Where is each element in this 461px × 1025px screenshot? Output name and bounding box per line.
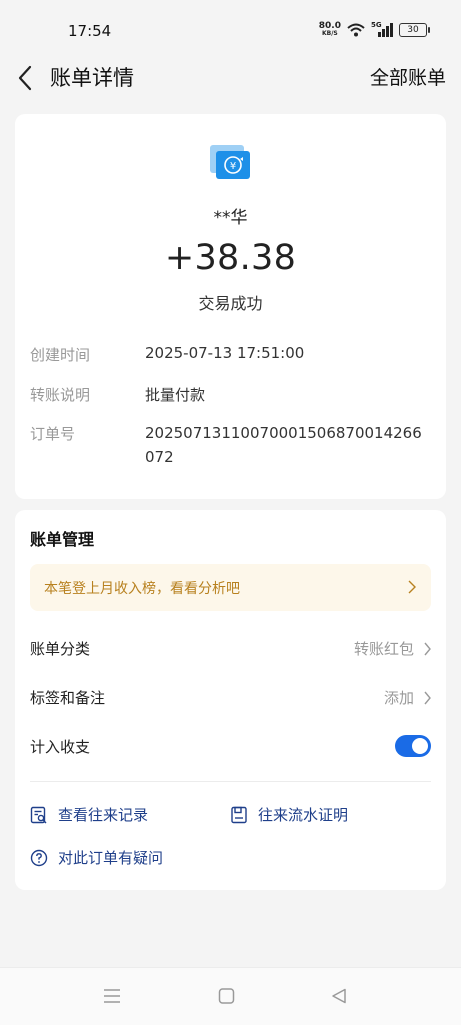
view-history-link[interactable]: 查看往来记录: [30, 804, 148, 825]
toggle-knob: [412, 738, 428, 754]
cellular-signal-icon: 5G: [371, 21, 393, 37]
status-time: 17:54: [68, 22, 112, 40]
wifi-icon: [347, 23, 365, 37]
chevron-right-icon: [424, 691, 431, 705]
menu-icon[interactable]: [103, 988, 121, 1004]
battery-icon: 30: [399, 23, 430, 37]
order-question-link[interactable]: 对此订单有疑问: [30, 847, 163, 868]
order-question-label: 对此订单有疑问: [58, 849, 164, 867]
status-bar: 17:54 80.0 KB/S 5G 30: [0, 0, 461, 58]
include-in-stats-toggle[interactable]: [395, 735, 431, 757]
status-indicators: 80.0 KB/S 5G 30: [319, 21, 430, 38]
bill-category-label: 账单分类: [30, 640, 91, 658]
transaction-status: 交易成功: [198, 294, 263, 313]
order-number-label: 订单号: [30, 425, 76, 443]
transfer-note-value: 批量付款: [145, 386, 206, 404]
promo-text: 本笔登上月收入榜，看看分析吧: [44, 581, 240, 597]
chevron-right-icon: [424, 642, 431, 656]
transfer-note-label: 转账说明: [30, 386, 91, 404]
transaction-card: ¥ **华 +38.38 交易成功 创建时间 2025-07-13 17:51:…: [15, 114, 446, 499]
chevron-right-icon: [408, 580, 416, 594]
network-speed-value: 80.0: [318, 21, 341, 31]
question-circle-icon: [30, 849, 48, 866]
statement-proof-label: 往来流水证明: [258, 806, 349, 824]
all-bills-link[interactable]: 全部账单: [370, 63, 446, 90]
include-in-stats-label: 计入收支: [30, 738, 91, 756]
transfer-yuan-icon: ¥: [210, 145, 250, 179]
divider: [30, 781, 431, 782]
bill-category-value: 转账红包: [353, 640, 414, 658]
record-search-icon: [30, 806, 47, 823]
section-title: 账单管理: [30, 530, 95, 549]
created-time-label: 创建时间: [30, 346, 91, 364]
tags-notes-value: 添加: [383, 689, 414, 707]
nav-bar: 账单详情 全部账单: [0, 58, 461, 98]
document-save-icon: [231, 806, 247, 823]
transaction-amount: +38.38: [164, 238, 297, 278]
order-number-value: 20250713110070001506870014266072: [145, 424, 422, 466]
created-time-value: 2025-07-13 17:51:00: [145, 344, 305, 362]
statement-proof-link[interactable]: 往来流水证明: [230, 804, 348, 825]
back-triangle-icon[interactable]: [331, 988, 347, 1004]
svg-text:¥: ¥: [230, 161, 236, 172]
page-title: 账单详情: [50, 66, 134, 90]
home-icon[interactable]: [218, 988, 235, 1004]
back-icon[interactable]: [14, 64, 38, 92]
network-speed: 80.0 KB/S: [319, 22, 341, 38]
view-history-label: 查看往来记录: [58, 806, 149, 824]
bill-management-card: 账单管理 本笔登上月收入榜，看看分析吧 账单分类 转账红包 标签和备注 添加 计…: [15, 510, 446, 890]
payee-name: **华: [213, 208, 248, 228]
tags-notes-label: 标签和备注: [30, 689, 106, 707]
income-ranking-banner[interactable]: 本笔登上月收入榜，看看分析吧: [30, 564, 431, 611]
network-speed-unit: KB/S: [322, 30, 338, 37]
system-nav-bar: [0, 967, 461, 1025]
